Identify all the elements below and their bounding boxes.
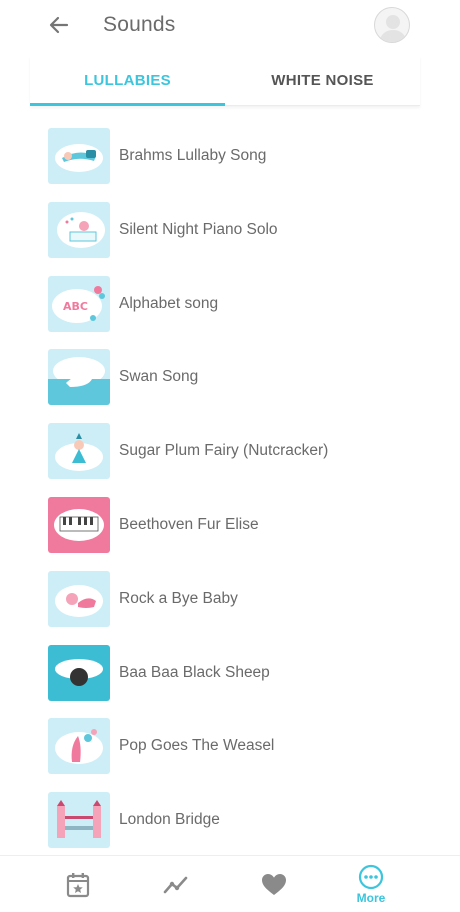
song-artwork xyxy=(48,128,110,184)
list-item[interactable]: Rock a Bye Baby xyxy=(48,571,438,627)
fairy-icon xyxy=(48,423,110,479)
sheep-icon xyxy=(48,645,110,701)
list-item[interactable]: Brahms Lullaby Song xyxy=(48,128,438,184)
trend-chart-icon xyxy=(163,876,188,893)
song-title: Alphabet song xyxy=(119,295,219,312)
app-header: Sounds xyxy=(0,0,460,52)
song-artwork xyxy=(48,645,110,701)
list-item[interactable]: Silent Night Piano Solo xyxy=(48,202,438,258)
song-title: London Bridge xyxy=(119,811,220,828)
nav-stats[interactable] xyxy=(146,856,206,912)
heart-icon xyxy=(262,873,286,895)
tab-bar: LULLABIES WHITE NOISE xyxy=(30,56,420,106)
song-title: Silent Night Piano Solo xyxy=(119,221,278,238)
baby-bed-icon xyxy=(48,571,110,627)
list-item[interactable]: Beethoven Fur Elise xyxy=(48,497,438,553)
song-title: Baa Baa Black Sheep xyxy=(119,664,270,681)
song-artwork xyxy=(48,718,110,774)
list-item[interactable]: ABC Alphabet song xyxy=(48,276,438,332)
song-artwork xyxy=(48,423,110,479)
page-title: Sounds xyxy=(103,13,176,36)
list-item[interactable]: Baa Baa Black Sheep xyxy=(48,645,438,701)
song-artwork xyxy=(48,497,110,553)
bridge-icon xyxy=(48,792,110,848)
song-artwork xyxy=(48,349,110,405)
tab-white-noise[interactable]: WHITE NOISE xyxy=(225,56,420,105)
nav-more[interactable]: More xyxy=(341,856,401,912)
song-title: Sugar Plum Fairy (Nutcracker) xyxy=(119,442,329,459)
song-title: Rock a Bye Baby xyxy=(119,590,238,607)
song-title: Pop Goes The Weasel xyxy=(119,737,275,754)
swan-icon xyxy=(48,349,110,405)
nav-calendar[interactable] xyxy=(48,856,108,912)
bottom-nav: More xyxy=(0,855,460,912)
abc-balloons-icon: ABC xyxy=(48,276,110,332)
song-artwork xyxy=(48,202,110,258)
song-artwork xyxy=(48,571,110,627)
pink-piano-icon xyxy=(48,497,110,553)
tab-lullabies[interactable]: LULLABIES xyxy=(30,56,225,106)
list-item[interactable]: Swan Song xyxy=(48,349,438,405)
nav-more-label: More xyxy=(356,891,386,905)
weasel-icon xyxy=(48,718,110,774)
nav-favorites[interactable] xyxy=(244,856,304,912)
avatar[interactable] xyxy=(374,7,410,43)
more-dots-icon xyxy=(358,864,384,890)
svg-text:ABC: ABC xyxy=(63,300,88,313)
user-avatar-icon xyxy=(379,15,407,42)
list-item[interactable]: London Bridge xyxy=(48,792,438,848)
song-artwork: ABC xyxy=(48,276,110,332)
song-title: Brahms Lullaby Song xyxy=(119,147,267,164)
back-button[interactable] xyxy=(44,10,74,40)
calendar-star-icon xyxy=(66,872,90,897)
arrow-left-icon xyxy=(49,16,69,34)
song-list: Brahms Lullaby Song Silent Night Piano S… xyxy=(0,120,460,855)
song-title: Beethoven Fur Elise xyxy=(119,516,259,533)
list-item[interactable]: Sugar Plum Fairy (Nutcracker) xyxy=(48,423,438,479)
song-title: Swan Song xyxy=(119,368,199,385)
piano-baby-icon xyxy=(48,202,110,258)
list-item[interactable]: Pop Goes The Weasel xyxy=(48,718,438,774)
song-artwork xyxy=(48,792,110,848)
sleeping-baby-icon xyxy=(48,128,110,184)
